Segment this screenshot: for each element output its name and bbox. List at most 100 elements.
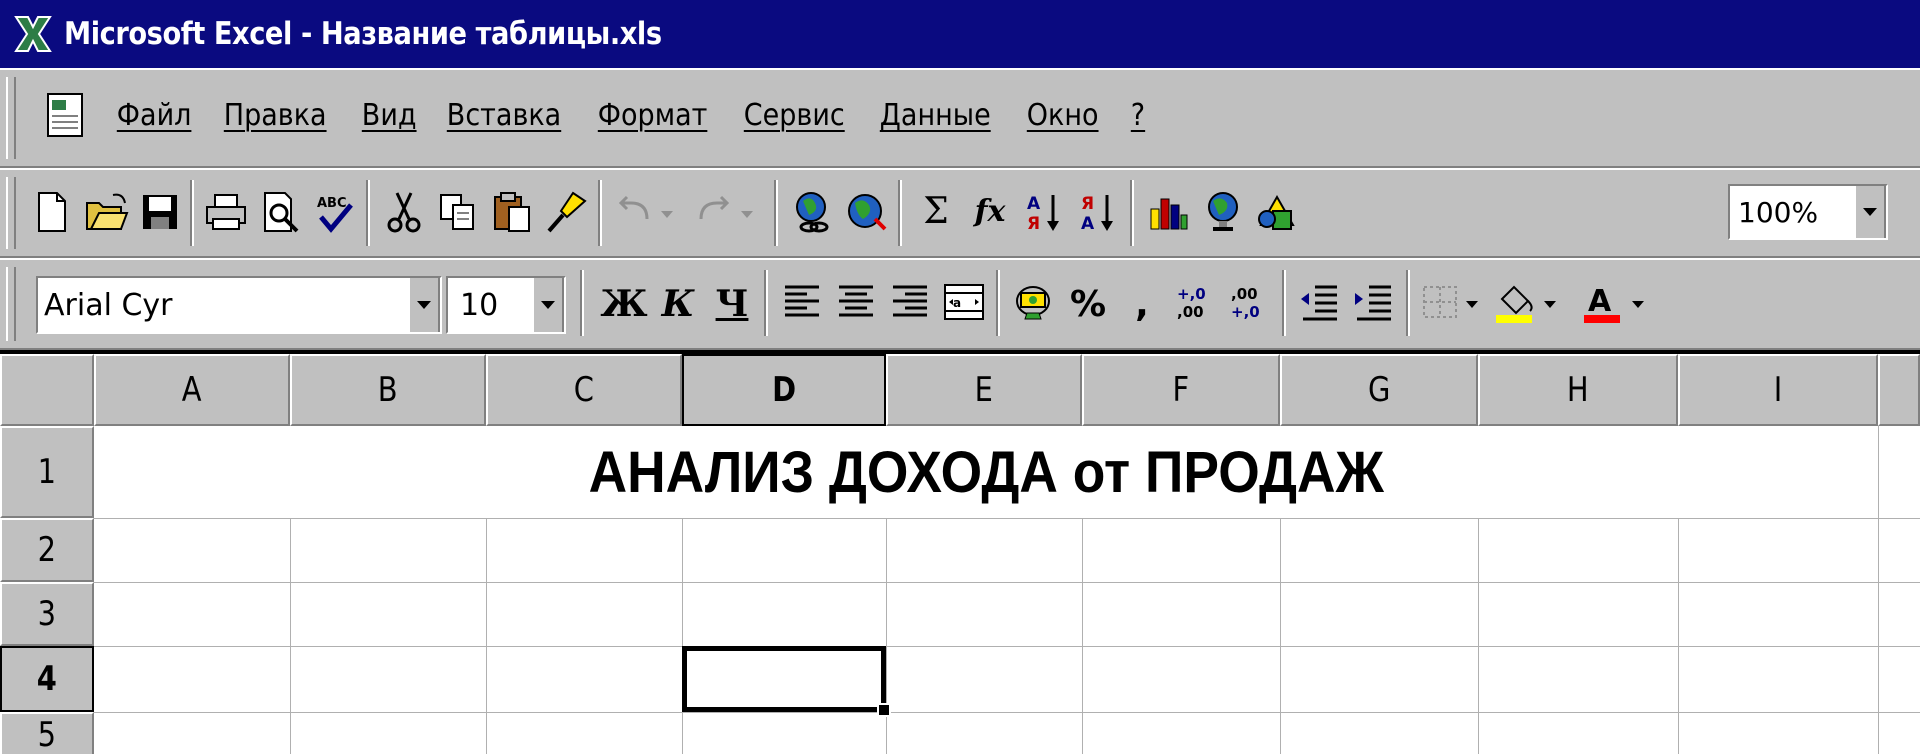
active-cell-d4[interactable] xyxy=(682,646,886,712)
column-label-h: H xyxy=(1567,370,1589,410)
gridline xyxy=(94,518,1920,519)
align-left-icon[interactable] xyxy=(776,274,828,330)
menu-bar-grip[interactable] xyxy=(6,77,16,159)
standard-toolbar: ABC Σ fx АЯ ЯА 100% xyxy=(0,168,1920,258)
web-toolbar-icon[interactable] xyxy=(840,184,892,240)
format-painter-icon[interactable] xyxy=(540,184,592,240)
drawing-icon[interactable] xyxy=(1250,184,1302,240)
sort-descending-icon[interactable]: ЯА xyxy=(1072,184,1124,240)
decrease-decimal-icon[interactable]: ,00 +,0 xyxy=(1224,274,1276,330)
gridline xyxy=(94,646,1920,647)
formatting-toolbar-grip[interactable] xyxy=(6,267,16,341)
bold-button[interactable]: Ж xyxy=(598,276,650,332)
svg-text:А: А xyxy=(1027,194,1041,214)
font-size-select[interactable]: 10 xyxy=(446,276,566,334)
workbook-doc-icon[interactable] xyxy=(40,88,90,142)
column-header-f[interactable]: F xyxy=(1082,354,1280,426)
font-color-icon[interactable]: A xyxy=(1578,274,1660,330)
column-header-b[interactable]: B xyxy=(290,354,486,426)
select-all-corner[interactable] xyxy=(0,354,94,426)
worksheet-grid: A B C D E F G H I 1 2 3 4 5 АНАЛИЗ ДОХОД… xyxy=(0,350,1920,754)
zoom-value: 100% xyxy=(1738,195,1819,229)
map-icon[interactable] xyxy=(1196,184,1248,240)
chart-wizard-icon[interactable] xyxy=(1142,184,1194,240)
currency-icon[interactable] xyxy=(1008,274,1060,330)
row-header-3[interactable]: 3 xyxy=(0,582,94,646)
menu-view[interactable]: Вид xyxy=(351,94,427,137)
merge-center-icon[interactable]: a xyxy=(938,274,990,330)
menu-file[interactable]: Файл xyxy=(106,94,202,137)
row-header-1[interactable]: 1 xyxy=(0,426,94,518)
column-label-c: C xyxy=(573,370,595,410)
sort-ascending-icon[interactable]: АЯ xyxy=(1018,184,1070,240)
excel-app-icon[interactable] xyxy=(10,11,56,57)
gridline xyxy=(486,518,487,754)
column-label-d: D xyxy=(771,370,796,410)
row-header-5[interactable]: 5 xyxy=(0,712,94,754)
column-header-j[interactable] xyxy=(1878,354,1920,426)
open-folder-icon[interactable] xyxy=(80,184,132,240)
fill-color-icon[interactable] xyxy=(1490,274,1572,330)
standard-toolbar-grip[interactable] xyxy=(6,177,16,249)
increase-decimal-icon[interactable]: +,0,00 xyxy=(1170,274,1222,330)
menu-tools[interactable]: Сервис xyxy=(733,94,856,137)
gridline xyxy=(290,518,291,754)
comma-button[interactable]: , xyxy=(1116,276,1168,332)
menu-format[interactable]: Формат xyxy=(587,94,718,137)
cut-icon[interactable] xyxy=(378,184,430,240)
column-label-e: E xyxy=(974,370,994,410)
row-label-5: 5 xyxy=(37,715,57,754)
underline-label: Ч xyxy=(715,283,749,325)
print-icon[interactable] xyxy=(200,184,252,240)
menu-window[interactable]: Окно xyxy=(1016,94,1109,137)
font-name-dropdown-arrow[interactable] xyxy=(408,278,440,332)
column-header-i[interactable]: I xyxy=(1678,354,1878,426)
zoom-dropdown-arrow[interactable] xyxy=(1854,186,1886,238)
align-right-icon[interactable] xyxy=(884,274,936,330)
column-header-g[interactable]: G xyxy=(1280,354,1478,426)
gridline xyxy=(1478,518,1479,754)
column-header-h[interactable]: H xyxy=(1478,354,1678,426)
row-header-4[interactable]: 4 xyxy=(0,646,94,712)
menu-edit[interactable]: Правка xyxy=(213,94,337,137)
menu-help[interactable]: ? xyxy=(1120,94,1156,137)
cell-a1-merged[interactable]: АНАЛИЗ ДОХОДА от ПРОДАЖ xyxy=(94,426,1878,518)
paste-icon[interactable] xyxy=(486,184,538,240)
menu-bar: Файл Правка Вид Вставка Формат Сервис Да… xyxy=(0,68,1920,168)
copy-icon[interactable] xyxy=(432,184,484,240)
autosum-icon[interactable]: Σ xyxy=(910,184,962,240)
undo-icon[interactable] xyxy=(610,184,686,240)
toolbar-separator xyxy=(898,180,902,246)
zoom-select[interactable]: 100% xyxy=(1728,184,1888,240)
toolbar-separator xyxy=(764,270,768,336)
redo-icon[interactable] xyxy=(690,184,766,240)
menu-data[interactable]: Данные xyxy=(869,94,1001,137)
insert-hyperlink-icon[interactable] xyxy=(786,184,838,240)
new-document-icon[interactable] xyxy=(26,184,78,240)
svg-text:,00: ,00 xyxy=(1231,285,1258,303)
toolbar-separator xyxy=(190,180,194,246)
column-header-e[interactable]: E xyxy=(886,354,1082,426)
percent-button[interactable]: % xyxy=(1062,276,1114,332)
underline-button[interactable]: Ч xyxy=(706,276,758,332)
print-preview-icon[interactable] xyxy=(254,184,306,240)
column-header-c[interactable]: C xyxy=(486,354,682,426)
italic-button[interactable]: К xyxy=(652,276,704,332)
save-icon[interactable] xyxy=(134,184,186,240)
row-header-2[interactable]: 2 xyxy=(0,518,94,582)
align-center-icon[interactable] xyxy=(830,274,882,330)
column-header-d[interactable]: D xyxy=(682,354,886,426)
decrease-indent-icon[interactable] xyxy=(1294,274,1346,330)
function-wizard-icon[interactable]: fx xyxy=(964,184,1016,240)
menu-insert[interactable]: Вставка xyxy=(436,94,572,137)
fill-handle[interactable] xyxy=(877,703,891,717)
row-label-2: 2 xyxy=(37,530,57,570)
row-label-4: 4 xyxy=(36,659,58,699)
increase-indent-icon[interactable] xyxy=(1348,274,1400,330)
spelling-icon[interactable]: ABC xyxy=(308,184,360,240)
font-size-dropdown-arrow[interactable] xyxy=(532,278,564,332)
borders-icon[interactable] xyxy=(1418,274,1486,330)
font-name-select[interactable]: Arial Cyr xyxy=(36,276,442,334)
column-header-a[interactable]: A xyxy=(94,354,290,426)
svg-text:А: А xyxy=(1081,214,1095,234)
